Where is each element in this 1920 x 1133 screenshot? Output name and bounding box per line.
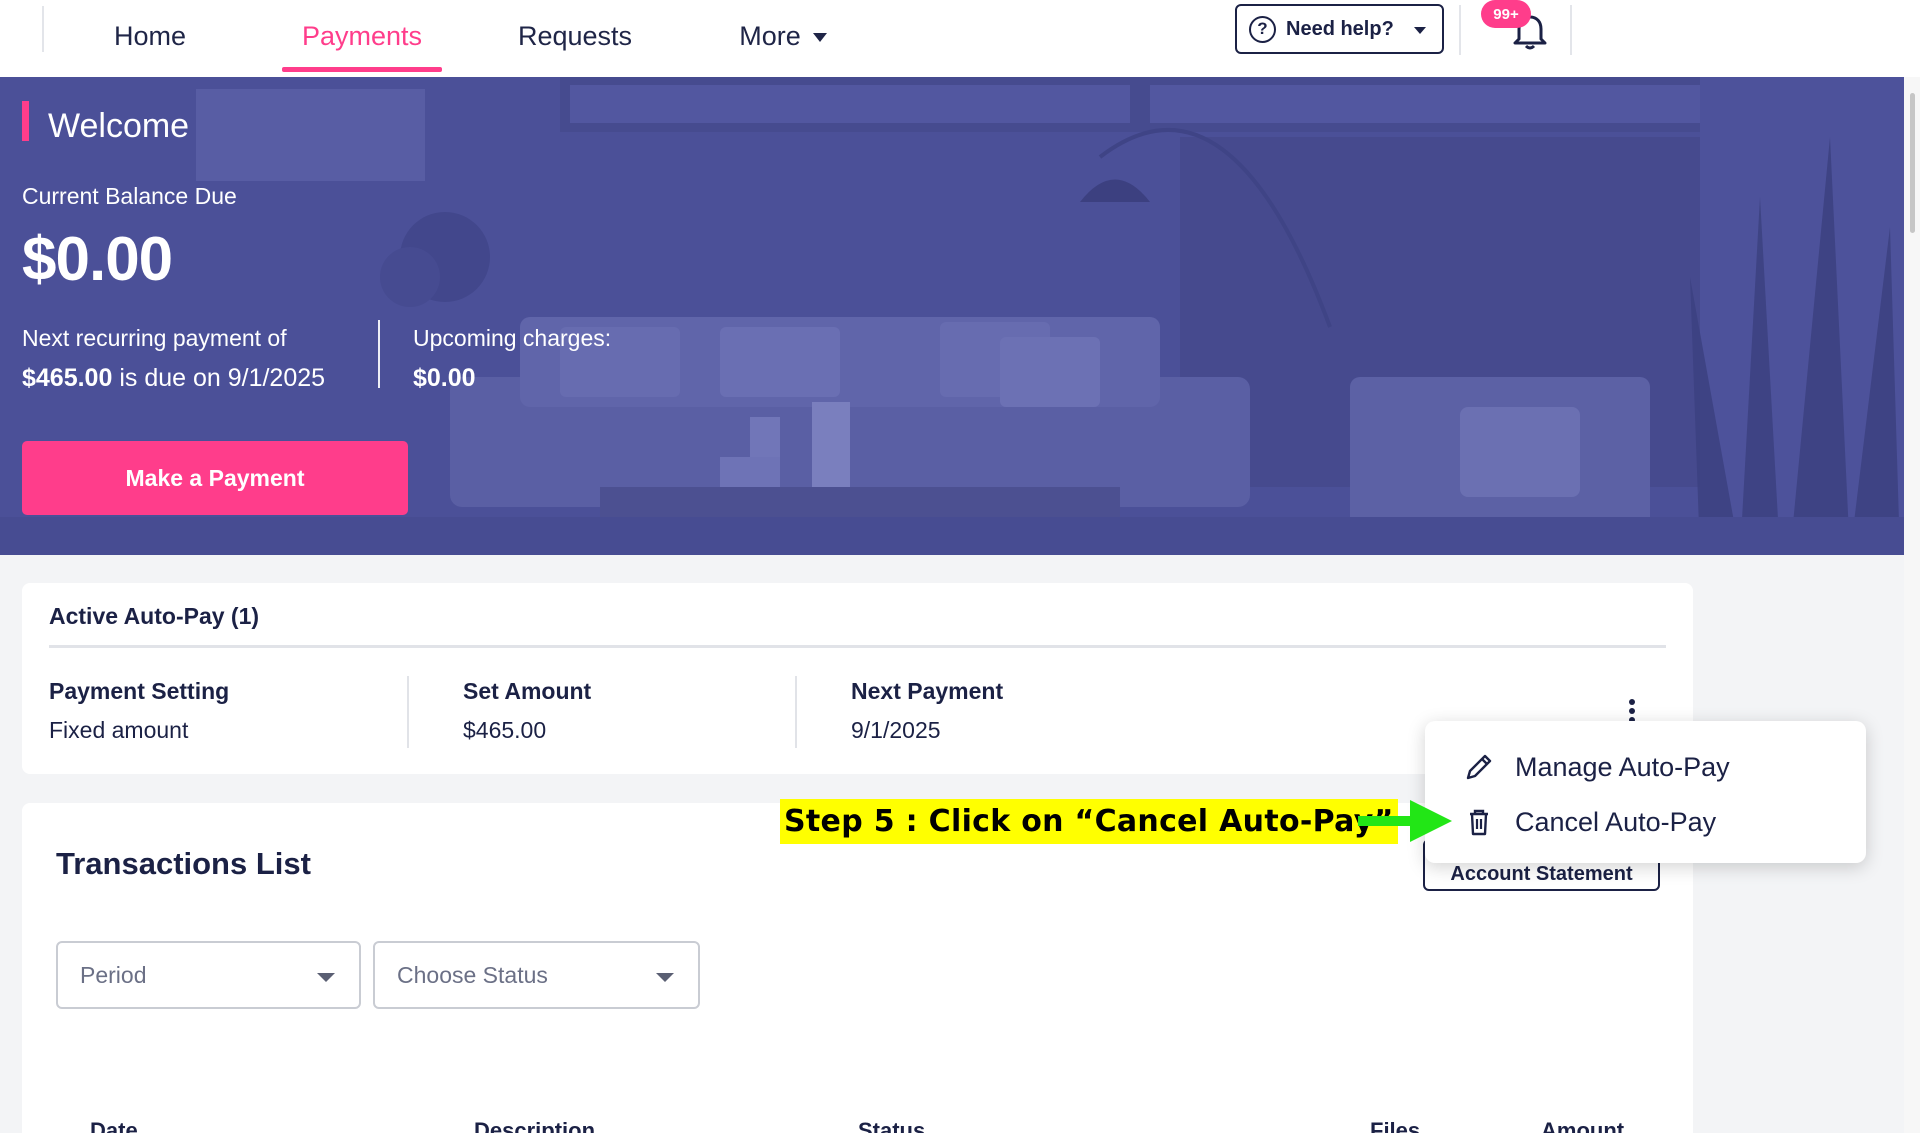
nav-home[interactable]: Home <box>92 0 208 73</box>
transactions-title: Transactions List <box>56 846 311 881</box>
upcoming-charges-amount: $0.00 <box>413 364 476 392</box>
payment-setting-value: Fixed amount <box>49 717 189 743</box>
column-header-description[interactable]: Description <box>474 1118 595 1133</box>
nav-active-indicator <box>282 67 442 72</box>
nav-requests-label: Requests <box>517 21 633 51</box>
payment-setting-column: Payment Setting Fixed amount <box>49 678 229 744</box>
arrow-icon <box>1358 800 1452 842</box>
caret-down-icon <box>317 973 335 982</box>
nav-requests[interactable]: Requests <box>505 0 645 73</box>
caret-down-icon <box>1413 26 1426 34</box>
nav-divider <box>1459 5 1461 55</box>
notification-badge: 99+ <box>1481 0 1531 28</box>
step-instruction-annotation: Step 5 : Click on “Cancel Auto-Pay” <box>780 799 1398 844</box>
upcoming-charges-label: Upcoming charges: <box>413 325 612 351</box>
autopay-divider <box>49 645 1666 648</box>
hero-banner: Welcome Current Balance Due $0.00 Next r… <box>0 77 1904 555</box>
make-payment-label: Make a Payment <box>125 464 305 491</box>
hero-divider <box>378 320 380 388</box>
caret-down-icon <box>656 973 674 982</box>
need-help-button[interactable]: ? Need help? <box>1235 4 1444 54</box>
welcome-accent-bar <box>22 101 29 141</box>
status-select[interactable]: Choose Status <box>373 941 700 1009</box>
pencil-icon <box>1466 754 1492 780</box>
column-header-status[interactable]: Status <box>858 1118 925 1133</box>
nav-divider <box>1570 5 1572 55</box>
trash-icon <box>1470 809 1488 836</box>
next-payment-line: $465.00 is due on 9/1/2025 <box>22 364 325 393</box>
manage-autopay-menu-item[interactable]: Manage Auto-Pay <box>1425 741 1866 793</box>
autopay-actions-menu: Manage Auto-Pay Cancel Auto-Pay <box>1425 721 1866 863</box>
top-navigation: Home Payments Requests More ? Need help?… <box>0 0 1920 77</box>
column-header-files[interactable]: Files <box>1370 1118 1420 1133</box>
nav-more[interactable]: More <box>728 0 838 73</box>
column-divider <box>795 676 797 748</box>
payment-setting-header: Payment Setting <box>49 678 230 704</box>
nav-payments-label: Payments <box>301 21 423 51</box>
help-circle-icon: ? <box>1249 15 1276 43</box>
nav-home-label: Home <box>113 21 187 51</box>
page-scrollbar[interactable] <box>1904 77 1920 1133</box>
next-payment-amount: $465.00 <box>22 364 113 392</box>
need-help-label: Need help? <box>1286 17 1394 40</box>
next-payment-header: Next Payment <box>851 678 1004 704</box>
cancel-autopay-menu-item[interactable]: Cancel Auto-Pay <box>1425 796 1866 848</box>
column-header-amount[interactable]: Amount <box>1541 1118 1624 1133</box>
set-amount-header: Set Amount <box>463 678 592 704</box>
redacted-user-name <box>196 89 425 181</box>
manage-autopay-label: Manage Auto-Pay <box>1515 751 1730 782</box>
set-amount-value: $465.00 <box>463 717 547 743</box>
next-payment-value: 9/1/2025 <box>851 717 941 743</box>
account-statement-label: Account Statement <box>1450 862 1633 885</box>
autopay-title: Active Auto-Pay (1) <box>49 603 260 629</box>
set-amount-column: Set Amount $465.00 <box>463 678 591 744</box>
column-divider <box>407 676 409 748</box>
column-header-date[interactable]: Date <box>90 1118 138 1133</box>
status-placeholder: Choose Status <box>397 961 548 988</box>
next-payment-due: is due on 9/1/2025 <box>112 364 326 392</box>
cancel-autopay-label: Cancel Auto-Pay <box>1515 806 1717 837</box>
scrollbar-thumb[interactable] <box>1910 93 1915 233</box>
nav-payments[interactable]: Payments <box>282 0 442 73</box>
welcome-heading: Welcome <box>48 107 190 145</box>
caret-down-icon <box>812 33 827 42</box>
balance-label: Current Balance Due <box>22 183 237 209</box>
make-payment-button[interactable]: Make a Payment <box>22 441 408 515</box>
balance-amount: $0.00 <box>22 225 173 294</box>
nav-more-label: More <box>739 21 801 51</box>
next-payment-label: Next recurring payment of <box>22 325 287 351</box>
nav-divider <box>42 6 44 52</box>
next-payment-column: Next Payment 9/1/2025 <box>851 678 1003 744</box>
period-placeholder: Period <box>80 961 147 988</box>
period-select[interactable]: Period <box>56 941 361 1009</box>
